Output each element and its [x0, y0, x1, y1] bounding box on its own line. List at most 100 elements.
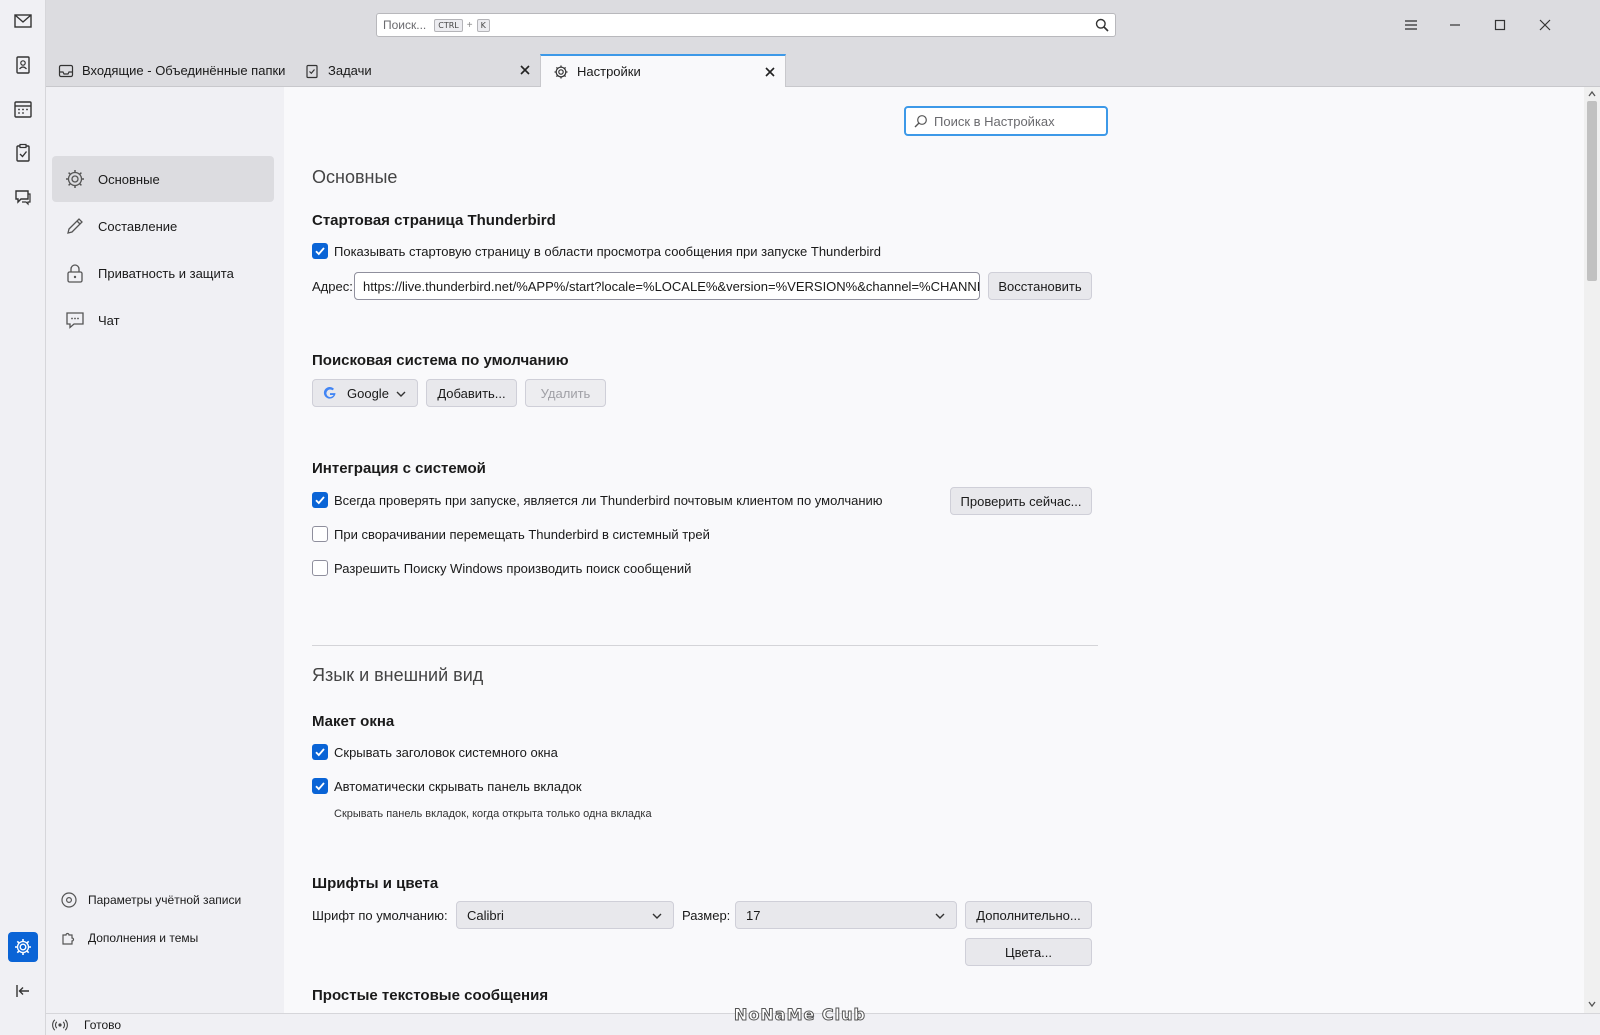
tasks-icon	[306, 64, 318, 78]
inbox-icon	[58, 64, 74, 77]
close-icon	[1539, 19, 1551, 31]
remove-search-engine-button[interactable]: Удалить	[525, 379, 606, 407]
checkbox-checked[interactable]	[312, 744, 328, 760]
heading-start-page: Стартовая страница Thunderbird	[312, 212, 556, 229]
scroll-down-icon[interactable]	[1587, 999, 1597, 1009]
account-settings-label: Параметры учётной записи	[88, 893, 242, 907]
checkbox-label: При сворачивании перемещать Thunderbird …	[334, 526, 710, 542]
mail-space-button[interactable]	[8, 6, 38, 36]
checkbox-checked[interactable]	[312, 243, 328, 259]
tab-bar: Входящие - Объединённые папки Задачи Нас…	[46, 50, 1600, 87]
tasks-space-button[interactable]	[8, 138, 38, 168]
section-title-general: Основные	[312, 167, 398, 187]
maximize-icon	[1494, 19, 1506, 31]
nav-item-general[interactable]: Основные	[52, 156, 274, 202]
settings-nav: Основные Составление Приватность и защит…	[46, 87, 284, 1013]
shortcut-ctrl: CTRL	[434, 18, 463, 32]
nav-item-chat[interactable]: Чат	[52, 297, 274, 343]
chevron-down-icon	[396, 391, 406, 397]
collapse-spaces-button[interactable]	[8, 976, 38, 1006]
checkbox-label: Всегда проверять при запуске, является л…	[334, 492, 883, 508]
section-divider	[312, 645, 1098, 646]
checkmark-icon	[315, 748, 325, 757]
addons-themes-link[interactable]: Дополнения и темы	[60, 929, 198, 947]
heading-fonts-colors: Шрифты и цвета	[312, 875, 439, 892]
tab-label: Входящие - Объединённые папки	[82, 63, 286, 78]
checkbox-label: Показывать стартовую страницу в области …	[334, 243, 881, 259]
font-size-select[interactable]: 17	[735, 901, 957, 929]
addons-themes-label: Дополнения и темы	[88, 931, 199, 945]
checkbox-unchecked[interactable]	[312, 526, 328, 542]
nav-item-label: Чат	[98, 312, 120, 328]
checkbox-checked[interactable]	[312, 492, 328, 508]
restore-button[interactable]: Восстановить	[988, 272, 1092, 300]
show-start-page-checkbox[interactable]: Показывать стартовую страницу в области …	[312, 243, 881, 259]
close-tab-icon[interactable]	[518, 63, 532, 77]
search-engine-select[interactable]: Google	[312, 379, 418, 407]
chat-icon	[66, 312, 84, 329]
shortcut-k: K	[476, 18, 490, 32]
checkmark-icon	[315, 782, 325, 791]
gear-icon	[554, 65, 568, 78]
nav-item-privacy[interactable]: Приватность и защита	[52, 250, 274, 296]
default-font-select[interactable]: Calibri	[456, 901, 674, 929]
chat-space-button[interactable]	[8, 182, 38, 212]
shortcut-plus: +	[466, 19, 473, 31]
colors-button[interactable]: Цвета...	[965, 938, 1092, 966]
tab-label: Настройки	[577, 64, 641, 79]
settings-search-placeholder: Поиск в Настройках	[934, 113, 1055, 129]
collapse-icon	[16, 985, 29, 997]
checkbox-checked[interactable]	[312, 778, 328, 794]
online-status-icon[interactable]	[52, 1017, 68, 1033]
tab-tasks[interactable]: Задачи	[292, 54, 540, 87]
nav-item-label: Основные	[98, 171, 160, 187]
search-icon[interactable]	[1095, 18, 1109, 32]
hamburger-menu-icon	[1405, 20, 1417, 30]
check-default-client-checkbox[interactable]: Всегда проверять при запуске, является л…	[312, 492, 883, 508]
calendar-space-button[interactable]	[8, 94, 38, 124]
checkbox-unchecked[interactable]	[312, 560, 328, 576]
checkmark-icon	[315, 496, 325, 505]
chevron-down-icon	[652, 913, 662, 919]
maximize-button[interactable]	[1487, 12, 1513, 38]
close-tab-icon[interactable]	[763, 65, 777, 79]
titlebar: Поиск... CTRL + K	[46, 0, 1600, 50]
start-page-address-input[interactable]: https://live.thunderbird.net/%APP%/start…	[354, 272, 980, 300]
scrollbar-thumb[interactable]	[1587, 101, 1597, 281]
tab-inbox[interactable]: Входящие - Объединённые папки	[46, 54, 292, 87]
settings-search-input[interactable]: Поиск в Настройках	[904, 106, 1108, 136]
content-scrollbar[interactable]	[1584, 87, 1600, 1013]
windows-search-checkbox[interactable]: Разрешить Поиску Windows производить пои…	[312, 560, 691, 576]
tab-settings[interactable]: Настройки	[540, 54, 786, 87]
address-book-space-button[interactable]	[8, 50, 38, 80]
pencil-icon	[67, 218, 83, 234]
autohide-tabs-checkbox[interactable]: Автоматически скрывать панель вкладок	[312, 778, 582, 794]
global-search-input[interactable]: Поиск... CTRL + K	[376, 13, 1116, 37]
checkbox-label: Разрешить Поиску Windows производить пои…	[334, 560, 692, 576]
gear-icon	[66, 170, 84, 188]
heading-plain-text: Простые текстовые сообщения	[312, 987, 549, 1004]
font-size-label: Размер:	[682, 908, 731, 923]
puzzle-icon	[62, 932, 75, 945]
checkmark-icon	[315, 247, 325, 256]
hide-titlebar-checkbox[interactable]: Скрывать заголовок системного окна	[312, 744, 558, 760]
watermark: NoNaMe Club	[734, 1005, 866, 1025]
gear-icon	[15, 939, 31, 955]
close-window-button[interactable]	[1532, 12, 1558, 38]
calendar-icon	[14, 101, 32, 118]
add-search-engine-button[interactable]: Добавить...	[426, 379, 517, 407]
account-settings-link[interactable]: Параметры учётной записи	[60, 891, 241, 909]
font-size-value: 17	[746, 907, 761, 923]
chat-icon	[15, 190, 31, 206]
settings-space-button[interactable]	[8, 932, 38, 962]
checkbox-label: Скрывать заголовок системного окна	[334, 744, 558, 760]
scroll-up-icon[interactable]	[1587, 89, 1597, 99]
advanced-fonts-button[interactable]: Дополнительно...	[965, 901, 1092, 929]
tab-label: Задачи	[328, 63, 372, 78]
minimize-icon	[1450, 24, 1460, 26]
minimize-button[interactable]	[1442, 12, 1468, 38]
nav-item-compose[interactable]: Составление	[52, 203, 274, 249]
check-now-button[interactable]: Проверить сейчас...	[950, 487, 1092, 515]
minimize-to-tray-checkbox[interactable]: При сворачивании перемещать Thunderbird …	[312, 526, 710, 542]
app-menu-button[interactable]	[1398, 12, 1424, 38]
